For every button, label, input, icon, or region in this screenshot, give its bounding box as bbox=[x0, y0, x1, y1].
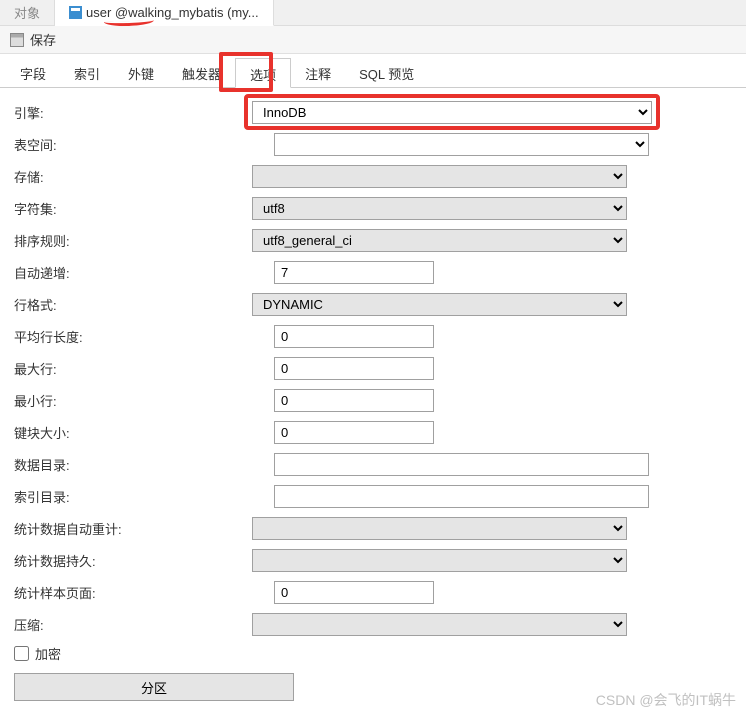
storage-select[interactable] bbox=[252, 165, 627, 188]
auto-increment-label: 自动递增: bbox=[14, 263, 274, 282]
data-dir-label: 数据目录: bbox=[14, 455, 274, 474]
key-block-size-input[interactable] bbox=[274, 421, 434, 444]
index-dir-label: 索引目录: bbox=[14, 487, 274, 506]
tab-foreign-keys[interactable]: 外键 bbox=[114, 58, 168, 87]
window-tab-bar: 对象 user @walking_mybatis (my... bbox=[0, 0, 746, 26]
tablespace-label: 表空间: bbox=[14, 135, 274, 154]
stats-persistent-select[interactable] bbox=[252, 549, 627, 572]
index-dir-input[interactable] bbox=[274, 485, 649, 508]
editor-tabs: 字段 索引 外键 触发器 选项 注释 SQL 预览 bbox=[0, 58, 746, 88]
tab-options[interactable]: 选项 bbox=[235, 58, 291, 88]
engine-label: 引擎: bbox=[14, 103, 252, 122]
window-tab-table[interactable]: user @walking_mybatis (my... bbox=[55, 0, 274, 26]
tab-comments[interactable]: 注释 bbox=[291, 58, 345, 87]
window-tab-objects-label: 对象 bbox=[14, 3, 40, 22]
compression-label: 压缩: bbox=[14, 615, 252, 634]
options-form: 引擎: InnoDB 表空间: 存储: 字符集: utf8 排序规则: utf8… bbox=[0, 88, 746, 711]
data-dir-input[interactable] bbox=[274, 453, 649, 476]
tab-fields[interactable]: 字段 bbox=[6, 58, 60, 87]
tab-indexes[interactable]: 索引 bbox=[60, 58, 114, 87]
collation-label: 排序规则: bbox=[14, 231, 252, 250]
engine-select[interactable]: InnoDB bbox=[252, 101, 652, 124]
key-block-size-label: 键块大小: bbox=[14, 423, 274, 442]
max-rows-input[interactable] bbox=[274, 357, 434, 380]
storage-label: 存储: bbox=[14, 167, 252, 186]
avg-row-length-input[interactable] bbox=[274, 325, 434, 348]
toolbar: 保存 bbox=[0, 26, 746, 54]
tab-triggers[interactable]: 触发器 bbox=[168, 58, 235, 87]
window-tab-objects[interactable]: 对象 bbox=[0, 0, 55, 25]
charset-label: 字符集: bbox=[14, 199, 252, 218]
encryption-checkbox[interactable] bbox=[14, 646, 29, 661]
stats-auto-recalc-label: 统计数据自动重计: bbox=[14, 519, 252, 538]
stats-sample-pages-input[interactable] bbox=[274, 581, 434, 604]
tablespace-select[interactable] bbox=[274, 133, 649, 156]
row-format-label: 行格式: bbox=[14, 295, 252, 314]
collation-select[interactable]: utf8_general_ci bbox=[252, 229, 627, 252]
auto-increment-input[interactable] bbox=[274, 261, 434, 284]
partition-button[interactable]: 分区 bbox=[14, 673, 294, 701]
table-icon bbox=[69, 6, 82, 19]
min-rows-label: 最小行: bbox=[14, 391, 274, 410]
max-rows-label: 最大行: bbox=[14, 359, 274, 378]
min-rows-input[interactable] bbox=[274, 389, 434, 412]
save-button[interactable]: 保存 bbox=[30, 30, 56, 49]
stats-sample-pages-label: 统计样本页面: bbox=[14, 583, 274, 602]
avg-row-length-label: 平均行长度: bbox=[14, 327, 274, 346]
row-format-select[interactable]: DYNAMIC bbox=[252, 293, 627, 316]
tab-sql-preview[interactable]: SQL 预览 bbox=[345, 58, 428, 87]
stats-auto-recalc-select[interactable] bbox=[252, 517, 627, 540]
encryption-label: 加密 bbox=[35, 644, 61, 663]
stats-persistent-label: 统计数据持久: bbox=[14, 551, 252, 570]
window-tab-table-label: user @walking_mybatis (my... bbox=[86, 5, 259, 20]
charset-select[interactable]: utf8 bbox=[252, 197, 627, 220]
compression-select[interactable] bbox=[252, 613, 627, 636]
save-icon bbox=[10, 33, 24, 47]
